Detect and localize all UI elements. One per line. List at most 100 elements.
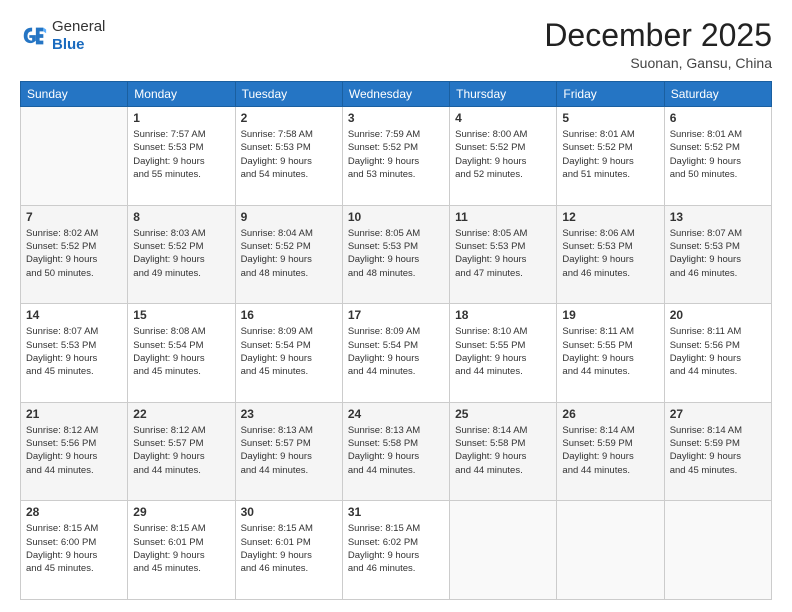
day-number: 2: [241, 111, 337, 125]
day-number: 27: [670, 407, 766, 421]
day-info: Sunrise: 8:07 AM Sunset: 5:53 PM Dayligh…: [26, 325, 122, 378]
day-info: Sunrise: 7:58 AM Sunset: 5:53 PM Dayligh…: [241, 128, 337, 181]
logo: General Blue: [20, 18, 105, 54]
day-info: Sunrise: 8:01 AM Sunset: 5:52 PM Dayligh…: [670, 128, 766, 181]
day-info: Sunrise: 8:06 AM Sunset: 5:53 PM Dayligh…: [562, 227, 658, 280]
day-info: Sunrise: 8:15 AM Sunset: 6:02 PM Dayligh…: [348, 522, 444, 575]
col-thursday: Thursday: [450, 82, 557, 107]
day-info: Sunrise: 8:12 AM Sunset: 5:57 PM Dayligh…: [133, 424, 229, 477]
day-info: Sunrise: 8:15 AM Sunset: 6:01 PM Dayligh…: [133, 522, 229, 575]
day-number: 11: [455, 210, 551, 224]
col-saturday: Saturday: [664, 82, 771, 107]
day-number: 23: [241, 407, 337, 421]
day-number: 3: [348, 111, 444, 125]
day-number: 31: [348, 505, 444, 519]
table-row: 13Sunrise: 8:07 AM Sunset: 5:53 PM Dayli…: [664, 205, 771, 304]
table-row: 3Sunrise: 7:59 AM Sunset: 5:52 PM Daylig…: [342, 107, 449, 206]
title-block: December 2025 Suonan, Gansu, China: [544, 18, 772, 71]
header: General Blue December 2025 Suonan, Gansu…: [20, 18, 772, 71]
logo-text: General Blue: [52, 18, 105, 54]
calendar-week-row: 7 Sunrise: 8:02 AM Sunset: 5:52 PM Daylig…: [21, 205, 772, 304]
table-row: 26Sunrise: 8:14 AM Sunset: 5:59 PM Dayli…: [557, 402, 664, 501]
table-row: 22 Sunrise: 8:12 AM Sunset: 5:57 PM Dayli…: [128, 402, 235, 501]
col-sunday: Sunday: [21, 82, 128, 107]
table-row: 4 Sunrise: 8:00 AM Sunset: 5:52 PM Daylig…: [450, 107, 557, 206]
logo-general: General: [52, 18, 105, 36]
day-number: 7: [26, 210, 122, 224]
col-wednesday: Wednesday: [342, 82, 449, 107]
day-info: Sunrise: 8:03 AM Sunset: 5:52 PM Dayligh…: [133, 227, 229, 280]
day-number: 24: [348, 407, 444, 421]
page: General Blue December 2025 Suonan, Gansu…: [0, 0, 792, 612]
day-number: 1: [133, 111, 229, 125]
day-number: 21: [26, 407, 122, 421]
day-number: 26: [562, 407, 658, 421]
day-info: Sunrise: 8:10 AM Sunset: 5:55 PM Dayligh…: [455, 325, 551, 378]
day-number: 4: [455, 111, 551, 125]
table-row: 23Sunrise: 8:13 AM Sunset: 5:57 PM Dayli…: [235, 402, 342, 501]
day-number: 20: [670, 308, 766, 322]
day-number: 15: [133, 308, 229, 322]
calendar-week-row: 14 Sunrise: 8:07 AM Sunset: 5:53 PM Dayli…: [21, 304, 772, 403]
table-row: 6 Sunrise: 8:01 AM Sunset: 5:52 PM Daylig…: [664, 107, 771, 206]
calendar-header-row: Sunday Monday Tuesday Wednesday Thursday…: [21, 82, 772, 107]
day-info: Sunrise: 8:04 AM Sunset: 5:52 PM Dayligh…: [241, 227, 337, 280]
day-info: Sunrise: 8:09 AM Sunset: 5:54 PM Dayligh…: [348, 325, 444, 378]
day-info: Sunrise: 7:57 AM Sunset: 5:53 PM Dayligh…: [133, 128, 229, 181]
day-info: Sunrise: 8:00 AM Sunset: 5:52 PM Dayligh…: [455, 128, 551, 181]
table-row: 24 Sunrise: 8:13 AM Sunset: 5:58 PM Dayli…: [342, 402, 449, 501]
day-info: Sunrise: 8:02 AM Sunset: 5:52 PM Dayligh…: [26, 227, 122, 280]
table-row: 29 Sunrise: 8:15 AM Sunset: 6:01 PM Dayli…: [128, 501, 235, 600]
table-row: 14 Sunrise: 8:07 AM Sunset: 5:53 PM Dayli…: [21, 304, 128, 403]
day-info: Sunrise: 8:15 AM Sunset: 6:00 PM Dayligh…: [26, 522, 122, 575]
day-info: Sunrise: 8:05 AM Sunset: 5:53 PM Dayligh…: [348, 227, 444, 280]
day-number: 8: [133, 210, 229, 224]
day-number: 22: [133, 407, 229, 421]
day-info: Sunrise: 8:14 AM Sunset: 5:59 PM Dayligh…: [670, 424, 766, 477]
table-row: [557, 501, 664, 600]
day-number: 12: [562, 210, 658, 224]
table-row: 2 Sunrise: 7:58 AM Sunset: 5:53 PM Daylig…: [235, 107, 342, 206]
day-number: 18: [455, 308, 551, 322]
col-tuesday: Tuesday: [235, 82, 342, 107]
day-info: Sunrise: 8:09 AM Sunset: 5:54 PM Dayligh…: [241, 325, 337, 378]
day-info: Sunrise: 8:15 AM Sunset: 6:01 PM Dayligh…: [241, 522, 337, 575]
day-info: Sunrise: 8:07 AM Sunset: 5:53 PM Dayligh…: [670, 227, 766, 280]
day-number: 9: [241, 210, 337, 224]
table-row: 11Sunrise: 8:05 AM Sunset: 5:53 PM Dayli…: [450, 205, 557, 304]
table-row: 16 Sunrise: 8:09 AM Sunset: 5:54 PM Dayli…: [235, 304, 342, 403]
calendar-week-row: 1 Sunrise: 7:57 AM Sunset: 5:53 PM Daylig…: [21, 107, 772, 206]
table-row: 7 Sunrise: 8:02 AM Sunset: 5:52 PM Daylig…: [21, 205, 128, 304]
col-friday: Friday: [557, 82, 664, 107]
calendar-week-row: 28Sunrise: 8:15 AM Sunset: 6:00 PM Dayli…: [21, 501, 772, 600]
table-row: 1 Sunrise: 7:57 AM Sunset: 5:53 PM Daylig…: [128, 107, 235, 206]
table-row: [450, 501, 557, 600]
day-number: 29: [133, 505, 229, 519]
day-number: 30: [241, 505, 337, 519]
day-number: 16: [241, 308, 337, 322]
day-number: 14: [26, 308, 122, 322]
day-number: 6: [670, 111, 766, 125]
month-title: December 2025: [544, 18, 772, 53]
day-number: 25: [455, 407, 551, 421]
day-info: Sunrise: 8:13 AM Sunset: 5:58 PM Dayligh…: [348, 424, 444, 477]
table-row: 19Sunrise: 8:11 AM Sunset: 5:55 PM Dayli…: [557, 304, 664, 403]
day-number: 10: [348, 210, 444, 224]
table-row: 8 Sunrise: 8:03 AM Sunset: 5:52 PM Daylig…: [128, 205, 235, 304]
day-info: Sunrise: 8:14 AM Sunset: 5:58 PM Dayligh…: [455, 424, 551, 477]
logo-icon: [20, 22, 48, 50]
table-row: 18 Sunrise: 8:10 AM Sunset: 5:55 PM Dayli…: [450, 304, 557, 403]
table-row: 30 Sunrise: 8:15 AM Sunset: 6:01 PM Dayli…: [235, 501, 342, 600]
table-row: 27 Sunrise: 8:14 AM Sunset: 5:59 PM Dayli…: [664, 402, 771, 501]
table-row: [21, 107, 128, 206]
day-info: Sunrise: 8:01 AM Sunset: 5:52 PM Dayligh…: [562, 128, 658, 181]
day-number: 17: [348, 308, 444, 322]
day-info: Sunrise: 8:08 AM Sunset: 5:54 PM Dayligh…: [133, 325, 229, 378]
calendar-week-row: 21Sunrise: 8:12 AM Sunset: 5:56 PM Dayli…: [21, 402, 772, 501]
day-info: Sunrise: 8:11 AM Sunset: 5:55 PM Dayligh…: [562, 325, 658, 378]
table-row: 31 Sunrise: 8:15 AM Sunset: 6:02 PM Dayli…: [342, 501, 449, 600]
table-row: 28Sunrise: 8:15 AM Sunset: 6:00 PM Dayli…: [21, 501, 128, 600]
table-row: [664, 501, 771, 600]
table-row: 25 Sunrise: 8:14 AM Sunset: 5:58 PM Dayli…: [450, 402, 557, 501]
col-monday: Monday: [128, 82, 235, 107]
